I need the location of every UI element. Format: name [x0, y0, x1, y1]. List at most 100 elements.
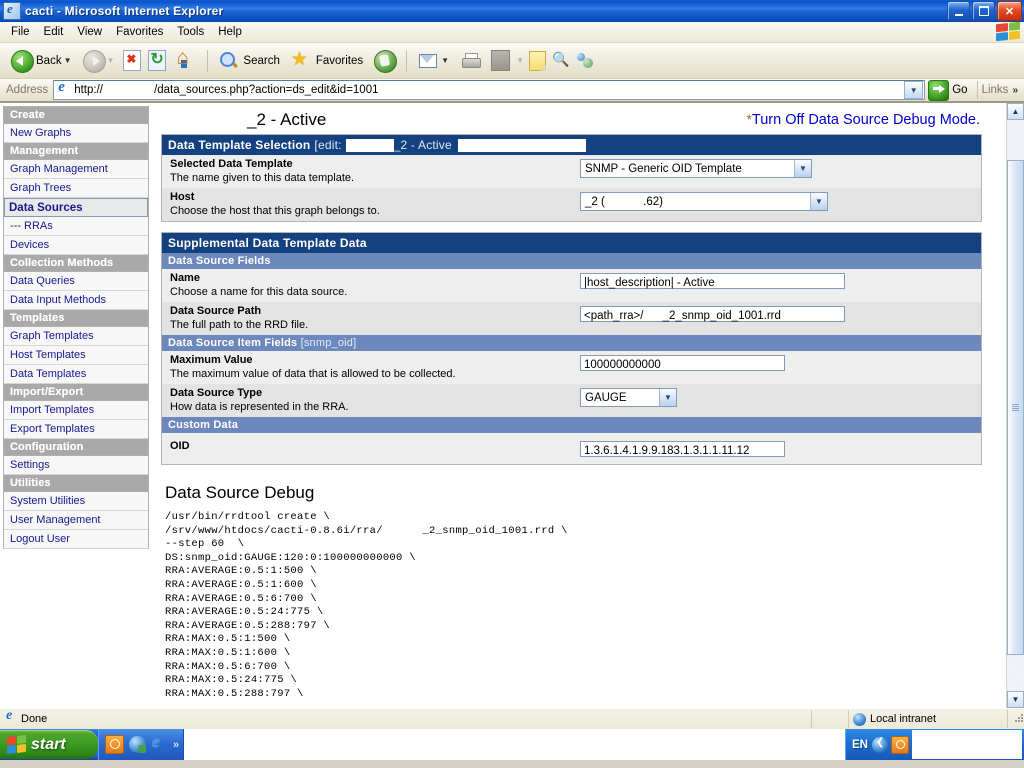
- forward-button[interactable]: ▼: [78, 47, 120, 75]
- sidebar-item-user-management[interactable]: User Management: [4, 511, 148, 530]
- sidebar-item-graph-trees[interactable]: Graph Trees: [4, 179, 148, 198]
- security-zone-cell[interactable]: Local intranet: [849, 710, 1008, 728]
- scroll-up-button[interactable]: ▲: [1007, 103, 1024, 120]
- print-button[interactable]: [455, 47, 487, 75]
- back-arrow-icon: [11, 49, 34, 73]
- redacted-edit-trailer: [457, 138, 586, 152]
- sidebar-item-data-input-methods[interactable]: Data Input Methods: [4, 291, 148, 310]
- data-source-type-select[interactable]: GAUGE ▼: [580, 388, 677, 407]
- sidebar-item-system-utilities[interactable]: System Utilities: [4, 492, 148, 511]
- row-data-source-path: Data Source Path The full path to the RR…: [162, 302, 981, 335]
- address-input[interactable]: http:// /data_sources.php?action=ds_edit…: [53, 79, 926, 100]
- mail-button[interactable]: ▼: [412, 47, 454, 75]
- oid-input[interactable]: 1.3.6.1.4.1.9.9.183.1.3.1.1.11.12: [580, 441, 785, 457]
- restore-button[interactable]: [972, 1, 995, 21]
- quick-launch-bar: »: [98, 729, 185, 760]
- globe-icon: [853, 712, 866, 726]
- row-description: OID: [170, 440, 580, 453]
- sidebar-item-devices[interactable]: Devices: [4, 236, 148, 255]
- sidebar-item-graph-management[interactable]: Graph Management: [4, 160, 148, 179]
- row-selected-data-template: Selected Data Template The name given to…: [162, 155, 981, 188]
- back-label: Back: [36, 54, 62, 67]
- media-button[interactable]: [369, 47, 401, 75]
- sidebar-item-data-sources[interactable]: Data Sources: [4, 198, 148, 217]
- tray-redacted-area: [912, 730, 1022, 759]
- sidebar-item-settings[interactable]: Settings: [4, 456, 148, 475]
- tray-clock-icon[interactable]: [891, 735, 909, 754]
- window-title: cacti - Microsoft Internet Explorer: [25, 4, 224, 18]
- row-control: SNMP - Generic OID Template ▼: [580, 158, 812, 178]
- quick-launch-ie-icon[interactable]: [151, 732, 168, 753]
- sidebar-item-rras[interactable]: --- RRAs: [4, 217, 148, 236]
- menu-favorites[interactable]: Favorites: [109, 24, 170, 40]
- select-value: GAUGE: [585, 391, 627, 404]
- address-dropdown-chevron-icon[interactable]: ▼: [904, 81, 924, 99]
- close-button[interactable]: ✕: [997, 1, 1022, 21]
- sidebar-item-new-graphs[interactable]: New Graphs: [4, 124, 148, 143]
- edit-page-icon[interactable]: [491, 50, 511, 71]
- row-control: 100000000000: [580, 354, 785, 371]
- menu-view[interactable]: View: [70, 24, 109, 40]
- links-label[interactable]: Links: [982, 84, 1011, 96]
- scrollbar-track[interactable]: [1007, 120, 1024, 691]
- messenger-icon[interactable]: [574, 50, 596, 72]
- maximum-value-input[interactable]: 100000000000: [580, 355, 785, 371]
- language-indicator[interactable]: EN: [852, 739, 868, 751]
- name-input[interactable]: |host_description| - Active: [580, 273, 845, 289]
- refresh-icon[interactable]: [148, 49, 167, 71]
- printer-icon: [460, 50, 482, 72]
- sidebar-header-create: Create: [4, 107, 148, 124]
- search-button[interactable]: Search: [213, 47, 284, 75]
- quick-launch-show-desktop-icon[interactable]: [129, 736, 146, 753]
- chevron-down-icon[interactable]: ▼: [794, 160, 811, 177]
- notes-icon[interactable]: [529, 50, 546, 71]
- window-controls: ✕: [947, 1, 1022, 21]
- host-select[interactable]: _2 ( .62) ▼: [580, 192, 828, 211]
- rrdtool-debug-output: /usr/bin/rrdtool create \ /srv/www/htdoc…: [165, 511, 568, 700]
- data-source-path-input[interactable]: <path_rra>/ _2_snmp_oid_1001.rrd: [580, 306, 845, 322]
- sidebar-item-host-templates[interactable]: Host Templates: [4, 346, 148, 365]
- sidebar-item-graph-templates[interactable]: Graph Templates: [4, 327, 148, 346]
- ie-document-icon: [3, 1, 21, 20]
- page-vertical-scrollbar[interactable]: ▲ ▼: [1006, 103, 1024, 708]
- subheader-data-source-item-fields: Data Source Item Fields [snmp_oid]: [162, 335, 981, 351]
- scrollbar-thumb[interactable]: [1007, 160, 1024, 655]
- sidebar-item-logout-user[interactable]: Logout User: [4, 530, 148, 549]
- row-description: Selected Data Template The name given to…: [170, 158, 580, 185]
- resize-grip-icon[interactable]: [1008, 712, 1024, 726]
- start-button[interactable]: start: [0, 730, 98, 759]
- menu-tools[interactable]: Tools: [170, 24, 211, 40]
- chevron-down-icon[interactable]: ▼: [64, 56, 72, 65]
- chevron-down-icon[interactable]: ▼: [810, 193, 827, 210]
- menu-help[interactable]: Help: [211, 24, 249, 40]
- sidebar-nav: Create New Graphs Management Graph Manageme…: [3, 106, 149, 549]
- field-label: Data Source Type: [170, 387, 263, 399]
- menu-edit[interactable]: Edit: [37, 24, 71, 40]
- selected-data-template-select[interactable]: SNMP - Generic OID Template ▼: [580, 159, 812, 178]
- menu-file[interactable]: File: [4, 24, 37, 40]
- start-label: start: [31, 735, 66, 753]
- home-button[interactable]: [170, 46, 202, 75]
- stop-icon[interactable]: [123, 50, 142, 71]
- back-button[interactable]: Back ▼: [6, 47, 77, 75]
- sidebar-item-data-templates[interactable]: Data Templates: [4, 365, 148, 384]
- quick-launch-overflow-chevron-icon[interactable]: »: [173, 739, 179, 751]
- ie-status-icon: [4, 708, 18, 726]
- links-chevron-icon[interactable]: »: [1010, 85, 1022, 96]
- minimize-button[interactable]: [947, 1, 970, 21]
- tray-expand-icon[interactable]: [872, 736, 888, 753]
- discuss-icon[interactable]: [551, 50, 573, 72]
- sidebar-item-import-templates[interactable]: Import Templates: [4, 401, 148, 420]
- sidebar-item-export-templates[interactable]: Export Templates: [4, 420, 148, 439]
- quick-launch-clock-icon[interactable]: [105, 735, 124, 754]
- favorites-button[interactable]: Favorites: [286, 47, 368, 75]
- go-button[interactable]: Go: [925, 79, 972, 101]
- chevron-down-icon[interactable]: ▼: [659, 389, 676, 406]
- turn-off-debug-link[interactable]: Turn Off Data Source Debug Mode.: [752, 112, 980, 128]
- toolbar-divider: [207, 49, 209, 72]
- main-content: _2 - Active *Turn Off Data Source Debug …: [153, 103, 1006, 708]
- mail-chevron-down-icon[interactable]: ▼: [441, 56, 449, 65]
- sidebar-header-management: Management: [4, 143, 148, 160]
- scroll-down-button[interactable]: ▼: [1007, 691, 1024, 708]
- sidebar-item-data-queries[interactable]: Data Queries: [4, 272, 148, 291]
